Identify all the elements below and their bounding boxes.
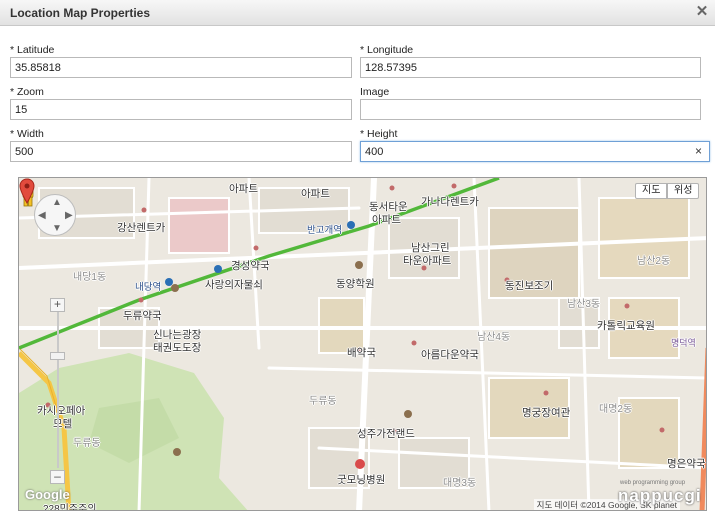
map-label: 아파트 [301, 188, 330, 200]
map-label: 내당1동 [73, 272, 107, 283]
map-label: 아름다운약국 [421, 349, 479, 361]
google-logo: Google [25, 487, 70, 502]
map-label: 명은약국 [667, 458, 706, 470]
map-label: 동진보조기 [505, 280, 554, 292]
longitude-label: * Longitude [360, 44, 414, 56]
width-label: * Width [10, 128, 44, 140]
zoom-slider-track[interactable] [57, 312, 59, 468]
pan-up-icon[interactable]: ▲ [52, 197, 62, 208]
dialog-titlebar: Location Map Properties ✕ [0, 0, 715, 26]
pan-right-icon[interactable]: ▶ [65, 210, 73, 221]
map-label: 모텔 [53, 418, 73, 430]
map-type-map-button[interactable]: 지도 [635, 183, 668, 199]
map-label: 강산렌트카 [117, 222, 166, 234]
map-type-satellite-button[interactable]: 위성 [667, 183, 700, 199]
map-label: 반고개역 [307, 225, 342, 236]
close-icon[interactable]: ✕ [695, 4, 709, 20]
map-label: 동양학원 [336, 278, 375, 290]
zoom-input[interactable] [10, 99, 352, 120]
zoom-in-button[interactable]: + [50, 298, 65, 312]
map-label: 남산4동 [477, 332, 511, 343]
longitude-field: * Longitude [360, 44, 701, 78]
zoom-label: * Zoom [10, 86, 44, 98]
image-field: Image [360, 86, 701, 120]
map-label: 성주가전랜드 [357, 428, 415, 440]
height-field: * Height × [360, 128, 710, 162]
map-label: 태권도도장 [153, 342, 202, 354]
map-label: 가나다렌트카 [421, 196, 479, 208]
image-label: Image [360, 86, 390, 98]
pan-control[interactable]: ▲ ▼ ◀ ▶ [34, 194, 76, 236]
map-label: 대명3동 [443, 478, 477, 489]
latitude-input[interactable] [10, 57, 352, 78]
map-label: 사랑의자물쇠 [205, 279, 263, 291]
zoom-slider-thumb[interactable] [50, 352, 65, 360]
map-label: 두류동 [309, 396, 337, 407]
pan-down-icon[interactable]: ▼ [52, 223, 62, 234]
watermark-text: nappucgi [618, 486, 702, 505]
map-label: 두류동 [73, 438, 101, 449]
location-marker-icon[interactable] [19, 178, 35, 204]
watermark-caption: web programming group [620, 480, 686, 486]
location-map[interactable]: 지도 위성 아파트 아파트 강산렌트카 가나다렌트카 동서타운 아파트 반고개역… [18, 177, 707, 511]
map-label: 남산2동 [637, 256, 671, 267]
latitude-label: * Latitude [10, 44, 55, 56]
map-label: 아파트 [372, 214, 401, 226]
map-label: 명궁장여관 [522, 407, 571, 419]
map-label: 경성약국 [231, 260, 270, 272]
latitude-field: * Latitude [10, 44, 352, 78]
map-label: 내당역 [135, 282, 162, 293]
map-label: 타운아파트 [403, 255, 452, 267]
map-label: 남산3동 [567, 299, 601, 310]
map-label: 굿모닝병원 [337, 474, 386, 486]
height-label: * Height [360, 128, 398, 140]
zoom-field: * Zoom [10, 86, 352, 120]
longitude-input[interactable] [360, 57, 701, 78]
map-label: 대명2동 [599, 404, 633, 415]
width-input[interactable] [10, 141, 352, 162]
watermark: web programming group nappucgi [618, 480, 702, 506]
map-label: 배약국 [347, 347, 376, 359]
dialog-title: Location Map Properties [10, 6, 151, 20]
image-input[interactable] [360, 99, 701, 120]
map-label: 명덕역 [671, 338, 696, 348]
pan-left-icon[interactable]: ◀ [38, 210, 46, 221]
map-label: 아파트 [229, 183, 258, 195]
map-label: 카톨릭교육원 [597, 320, 655, 332]
map-label: 두류약국 [123, 310, 162, 322]
zoom-out-button[interactable]: – [50, 470, 65, 484]
width-field: * Width [10, 128, 352, 162]
height-input[interactable] [360, 141, 710, 162]
clear-icon[interactable]: × [695, 144, 702, 158]
